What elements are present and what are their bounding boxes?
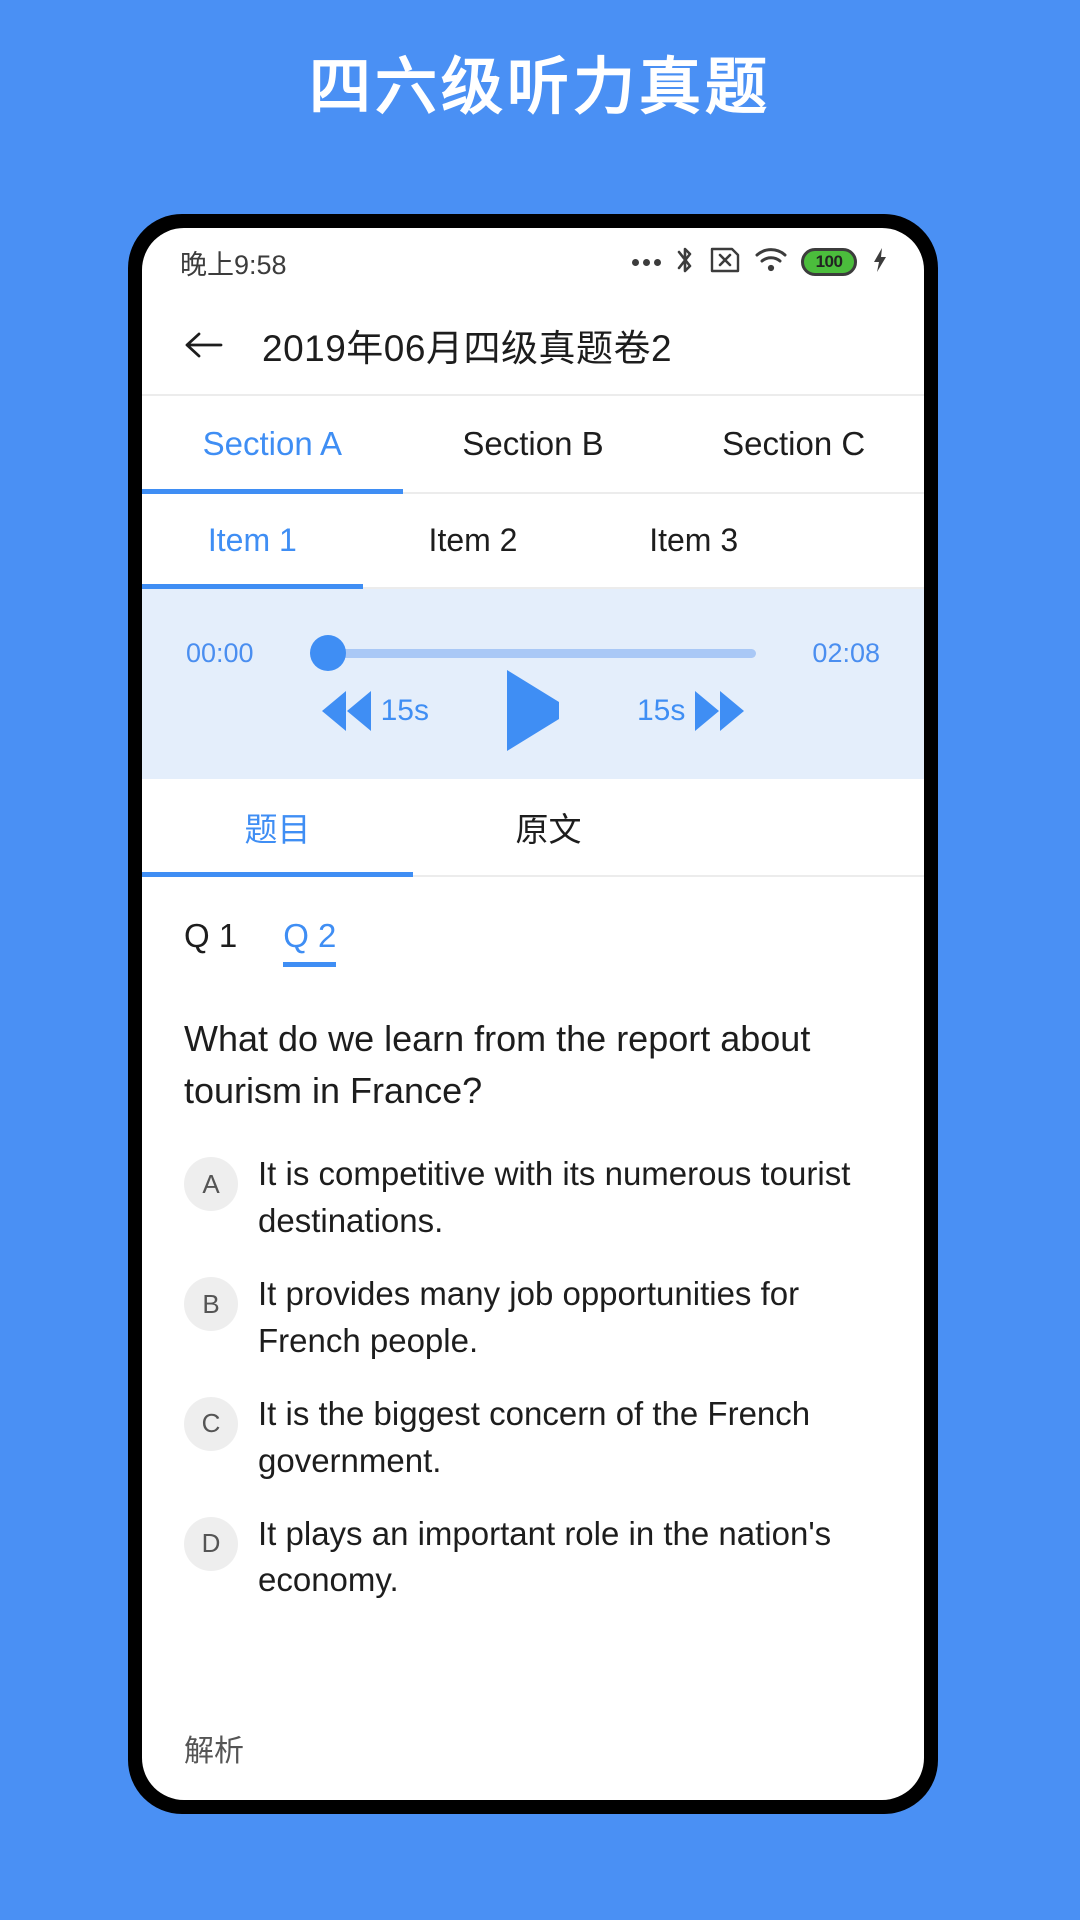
rewind-icon <box>321 690 371 731</box>
rewind-15s-label: 15s <box>380 693 429 727</box>
phone-screen: 晚上9:58 100 2019年06月四级真题卷2 Section A Sect… <box>142 228 924 1800</box>
status-bar: 晚上9:58 100 <box>142 228 924 296</box>
option-row[interactable]: D It plays an important role in the nati… <box>184 1511 882 1605</box>
current-time-label: 00:00 <box>186 637 254 668</box>
audio-progress-slider[interactable] <box>310 635 756 671</box>
option-letter-badge: C <box>184 1396 238 1451</box>
option-row[interactable]: A It is competitive with its numerous to… <box>184 1151 882 1245</box>
player-controls: 15s 15s <box>186 669 880 751</box>
tab-q2[interactable]: Q 2 <box>283 917 337 967</box>
option-text: It plays an important role in the nation… <box>258 1514 832 1599</box>
rewind-15s-button[interactable]: 15s <box>321 690 429 731</box>
forward-15s-button[interactable]: 15s <box>637 690 745 731</box>
analysis-link[interactable]: 解析 <box>184 1726 882 1800</box>
charging-bolt-icon <box>870 246 890 279</box>
option-row[interactable]: C It is the biggest concern of the Frenc… <box>184 1391 882 1485</box>
option-text: It provides many job opportunities for F… <box>258 1275 800 1359</box>
wifi-icon <box>754 246 788 279</box>
item-tabs: Item 1 Item 2 Item 3 <box>142 494 924 589</box>
tab-item-1-label: Item 1 <box>207 522 297 558</box>
tab-section-c-label: Section C <box>722 425 866 462</box>
page-title: 四六级听力真题 <box>308 53 771 122</box>
tab-section-a-label: Section A <box>202 425 343 462</box>
app-bar: 2019年06月四级真题卷2 <box>142 296 924 396</box>
option-text: It is competitive with its numerous tour… <box>258 1155 851 1240</box>
tab-item-1[interactable]: Item 1 <box>142 494 363 589</box>
tab-questions-label: 题目 <box>244 811 311 848</box>
play-icon <box>507 669 559 751</box>
fast-forward-icon <box>695 690 745 731</box>
duration-label: 02:08 <box>812 637 880 668</box>
option-text: It is the biggest concern of the French … <box>258 1394 811 1479</box>
tab-item-2[interactable]: Item 2 <box>363 494 584 587</box>
tab-q1-label: Q 1 <box>184 917 238 954</box>
question-tabs: Q 1 Q 2 <box>184 917 882 967</box>
back-arrow-icon[interactable] <box>182 323 226 367</box>
more-dots-icon <box>632 258 661 266</box>
phone-frame: 晚上9:58 100 2019年06月四级真题卷2 Section A Sect… <box>128 214 938 1814</box>
option-letter-badge: B <box>184 1277 238 1332</box>
tab-q2-label: Q 2 <box>283 917 337 954</box>
tab-section-b-label: Section B <box>462 425 604 462</box>
question-panel: Q 1 Q 2 What do we learn from the report… <box>142 877 924 1800</box>
slider-track <box>310 648 756 658</box>
tab-section-a[interactable]: Section A <box>142 396 403 494</box>
play-button[interactable] <box>507 669 559 751</box>
question-text: What do we learn from the report about t… <box>184 1018 811 1112</box>
tab-questions[interactable]: 题目 <box>142 779 413 877</box>
tab-item-3-label: Item 3 <box>649 522 739 558</box>
tab-q1[interactable]: Q 1 <box>184 917 237 967</box>
option-letter-badge: D <box>184 1516 238 1571</box>
tab-section-c[interactable]: Section C <box>663 396 924 492</box>
tab-item-3[interactable]: Item 3 <box>583 494 804 587</box>
tab-transcript[interactable]: 原文 <box>413 779 684 875</box>
tab-section-b[interactable]: Section B <box>403 396 664 492</box>
content-tabs: 题目 原文 <box>142 779 924 877</box>
slider-thumb[interactable] <box>310 635 346 671</box>
option-row[interactable]: B It provides many job opportunities for… <box>184 1271 882 1365</box>
tab-item-2-label: Item 2 <box>428 522 518 558</box>
section-tabs: Section A Section B Section C <box>142 396 924 494</box>
tab-transcript-label: 原文 <box>515 811 582 848</box>
option-letter-badge: A <box>184 1157 238 1212</box>
battery-icon: 100 <box>801 248 857 276</box>
battery-level-label: 100 <box>815 252 843 271</box>
player-progress-row: 00:00 02:08 <box>186 635 880 671</box>
sim-card-off-icon <box>709 246 741 279</box>
status-bar-time: 晚上9:58 <box>180 249 287 280</box>
forward-15s-label: 15s <box>637 693 686 727</box>
bluetooth-icon <box>674 245 696 280</box>
status-bar-icons: 100 <box>632 245 890 280</box>
app-bar-title: 2019年06月四级真题卷2 <box>262 328 673 369</box>
options-list: A It is competitive with its numerous to… <box>184 1151 882 1604</box>
audio-player: 00:00 02:08 15s 15s <box>142 589 924 779</box>
